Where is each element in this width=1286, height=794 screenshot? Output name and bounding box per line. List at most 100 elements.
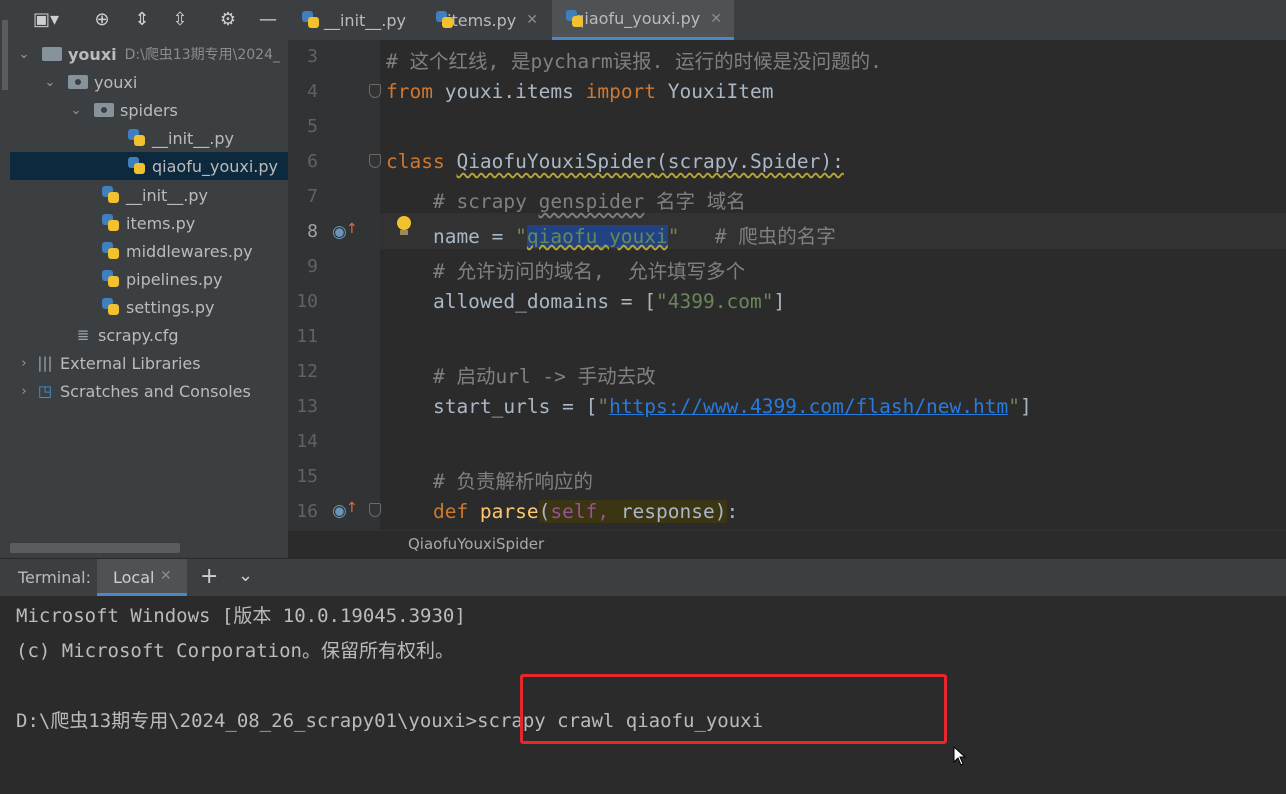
tree-item-scratches[interactable]: › ◳ Scratches and Consoles bbox=[10, 377, 288, 405]
code-token: response bbox=[609, 500, 715, 523]
package-folder-icon bbox=[94, 103, 114, 117]
package-folder-icon bbox=[68, 75, 88, 89]
line-number: 11 bbox=[296, 326, 318, 347]
code-token: " bbox=[1008, 395, 1020, 418]
code-token: from bbox=[386, 80, 433, 103]
chevron-down-icon[interactable]: ⌄ bbox=[42, 75, 58, 90]
code-token: genspider bbox=[538, 190, 645, 213]
line-number: 10 bbox=[296, 291, 318, 312]
tree-label: pipelines.py bbox=[126, 269, 223, 289]
breadcrumb-item[interactable]: QiaofuYouxiSpider bbox=[408, 535, 544, 553]
red-highlight-box bbox=[520, 674, 947, 744]
code-token: YouxiItem bbox=[656, 80, 774, 103]
code-token: allowed_domains = [ bbox=[386, 290, 657, 313]
tree-item-middlewares[interactable]: middlewares.py bbox=[10, 237, 288, 265]
code-line-9: # 允许访问的域名, 允许填写多个 bbox=[386, 260, 746, 283]
line-number: 5 bbox=[307, 116, 318, 137]
line-number: 9 bbox=[307, 256, 318, 277]
terminal-tab-local[interactable]: Local ✕ bbox=[97, 559, 187, 596]
code-token: # 爬虫的名字 bbox=[679, 225, 836, 248]
close-icon[interactable]: ✕ bbox=[526, 12, 538, 28]
tab-init[interactable]: __init__.py bbox=[288, 0, 418, 40]
code-line-8: name = "qiaofu_youxi" # 爬虫的名字 bbox=[386, 220, 836, 249]
override-method-icon[interactable]: ◉ ↑ bbox=[332, 221, 358, 243]
line-number: 6 bbox=[307, 151, 318, 172]
tree-item-pipelines[interactable]: pipelines.py bbox=[10, 265, 288, 293]
chevron-down-icon[interactable]: ⌄ bbox=[16, 47, 32, 62]
code-line-15: # 负责解析响应的 bbox=[386, 470, 593, 493]
editor-gutter bbox=[288, 40, 380, 530]
tree-horizontal-scrollbar[interactable] bbox=[10, 543, 180, 553]
selected-token[interactable]: qiaofu_youxi bbox=[526, 225, 668, 248]
tree-label: spiders bbox=[120, 100, 178, 120]
tree-item-qiaofu-youxi[interactable]: qiaofu_youxi.py bbox=[10, 152, 288, 180]
code-token: QiaofuYouxiSpider bbox=[456, 150, 657, 173]
code-token: ) bbox=[714, 500, 727, 523]
code-token: parse bbox=[479, 500, 539, 523]
python-file-icon bbox=[436, 11, 453, 29]
line-number: 16 bbox=[296, 501, 318, 522]
tree-label: __init__.py bbox=[152, 128, 235, 148]
code-token: 名字 域名 bbox=[644, 190, 746, 213]
collapse-all-icon[interactable]: ⇳ bbox=[168, 8, 192, 32]
terminal-line: (c) Microsoft Corporation。保留所有权利。 bbox=[16, 640, 454, 662]
tab-items[interactable]: items.py ✕ bbox=[422, 0, 550, 40]
code-token: class bbox=[386, 150, 445, 173]
code-token: # scrapy bbox=[386, 190, 539, 213]
python-file-icon bbox=[102, 214, 120, 232]
override-method-icon[interactable]: ◉ ↑ bbox=[332, 500, 358, 522]
close-icon[interactable]: ✕ bbox=[710, 11, 722, 27]
code-token: ( bbox=[538, 500, 551, 523]
code-token: ] bbox=[1020, 395, 1032, 418]
editor-tabs: __init__.py items.py ✕ qiaofu_youxi.py ✕ bbox=[288, 0, 1286, 41]
fold-marker-icon[interactable] bbox=[369, 84, 381, 98]
project-tool-tab[interactable] bbox=[2, 20, 8, 90]
tab-qiaofu-youxi[interactable]: qiaofu_youxi.py ✕ bbox=[552, 0, 734, 40]
code-token: "4399.com" bbox=[656, 290, 774, 313]
tree-label: Scratches and Consoles bbox=[60, 381, 251, 401]
code-editor[interactable] bbox=[380, 40, 1286, 530]
code-token: name = bbox=[386, 225, 516, 248]
python-file-icon bbox=[102, 186, 120, 204]
line-number: 4 bbox=[307, 81, 318, 102]
tree-item-scrapy-cfg[interactable]: ≣ scrapy.cfg bbox=[10, 321, 288, 349]
chevron-right-icon[interactable]: › bbox=[16, 356, 32, 371]
code-token: " bbox=[597, 395, 610, 418]
chevron-down-icon[interactable]: ⌄ bbox=[238, 565, 253, 586]
tab-label: __init__.py bbox=[323, 10, 406, 30]
locate-file-icon[interactable]: ⊕ bbox=[90, 8, 114, 32]
plus-icon[interactable]: + bbox=[200, 564, 218, 589]
tree-label: youxi bbox=[68, 44, 117, 64]
tree-root-youxi[interactable]: ⌄ youxi D:\爬虫13期专用\2024_ bbox=[10, 40, 288, 68]
python-file-icon bbox=[128, 129, 146, 147]
gear-icon[interactable]: ⚙ bbox=[216, 8, 240, 32]
tree-item-settings[interactable]: settings.py bbox=[10, 293, 288, 321]
tree-item-items[interactable]: items.py bbox=[10, 209, 288, 237]
terminal-title: Terminal: bbox=[18, 568, 92, 587]
tree-label: scrapy.cfg bbox=[98, 325, 179, 345]
tree-item-init[interactable]: __init__.py bbox=[10, 181, 288, 209]
expand-all-icon[interactable]: ⇕ bbox=[130, 8, 154, 32]
fold-marker-icon[interactable] bbox=[369, 154, 381, 168]
hide-panel-icon[interactable]: — bbox=[256, 8, 280, 32]
view-mode-dropdown-icon[interactable]: ▣▾ bbox=[26, 8, 66, 32]
tab-label: qiaofu_youxi.py bbox=[574, 9, 701, 28]
code-token: start_urls = [ bbox=[386, 395, 598, 418]
line-number: 7 bbox=[307, 186, 318, 207]
url-link[interactable]: https://www.4399.com/flash/new.htm bbox=[609, 395, 1008, 418]
config-file-icon: ≣ bbox=[76, 326, 90, 344]
code-line-13: start_urls = ["https://www.4399.com/flas… bbox=[386, 395, 1032, 418]
python-file-icon bbox=[566, 9, 583, 28]
chevron-down-icon[interactable]: ⌄ bbox=[68, 103, 84, 118]
code-line-7: # scrapy genspider 名字 域名 bbox=[386, 185, 746, 214]
chevron-right-icon[interactable]: › bbox=[16, 384, 32, 399]
code-token: (scrapy.Spider): bbox=[656, 150, 844, 173]
code-token: def bbox=[386, 500, 480, 523]
tree-item-spiders[interactable]: ⌄ spiders bbox=[10, 96, 288, 124]
fold-marker-icon[interactable] bbox=[369, 503, 381, 517]
line-number: 15 bbox=[296, 466, 318, 487]
tree-item-external-libraries[interactable]: › ||| External Libraries bbox=[10, 349, 288, 377]
tree-item-youxi-pkg[interactable]: ⌄ youxi bbox=[10, 68, 288, 96]
tree-item-spider-init[interactable]: __init__.py bbox=[10, 124, 288, 152]
close-icon[interactable]: ✕ bbox=[160, 568, 172, 584]
